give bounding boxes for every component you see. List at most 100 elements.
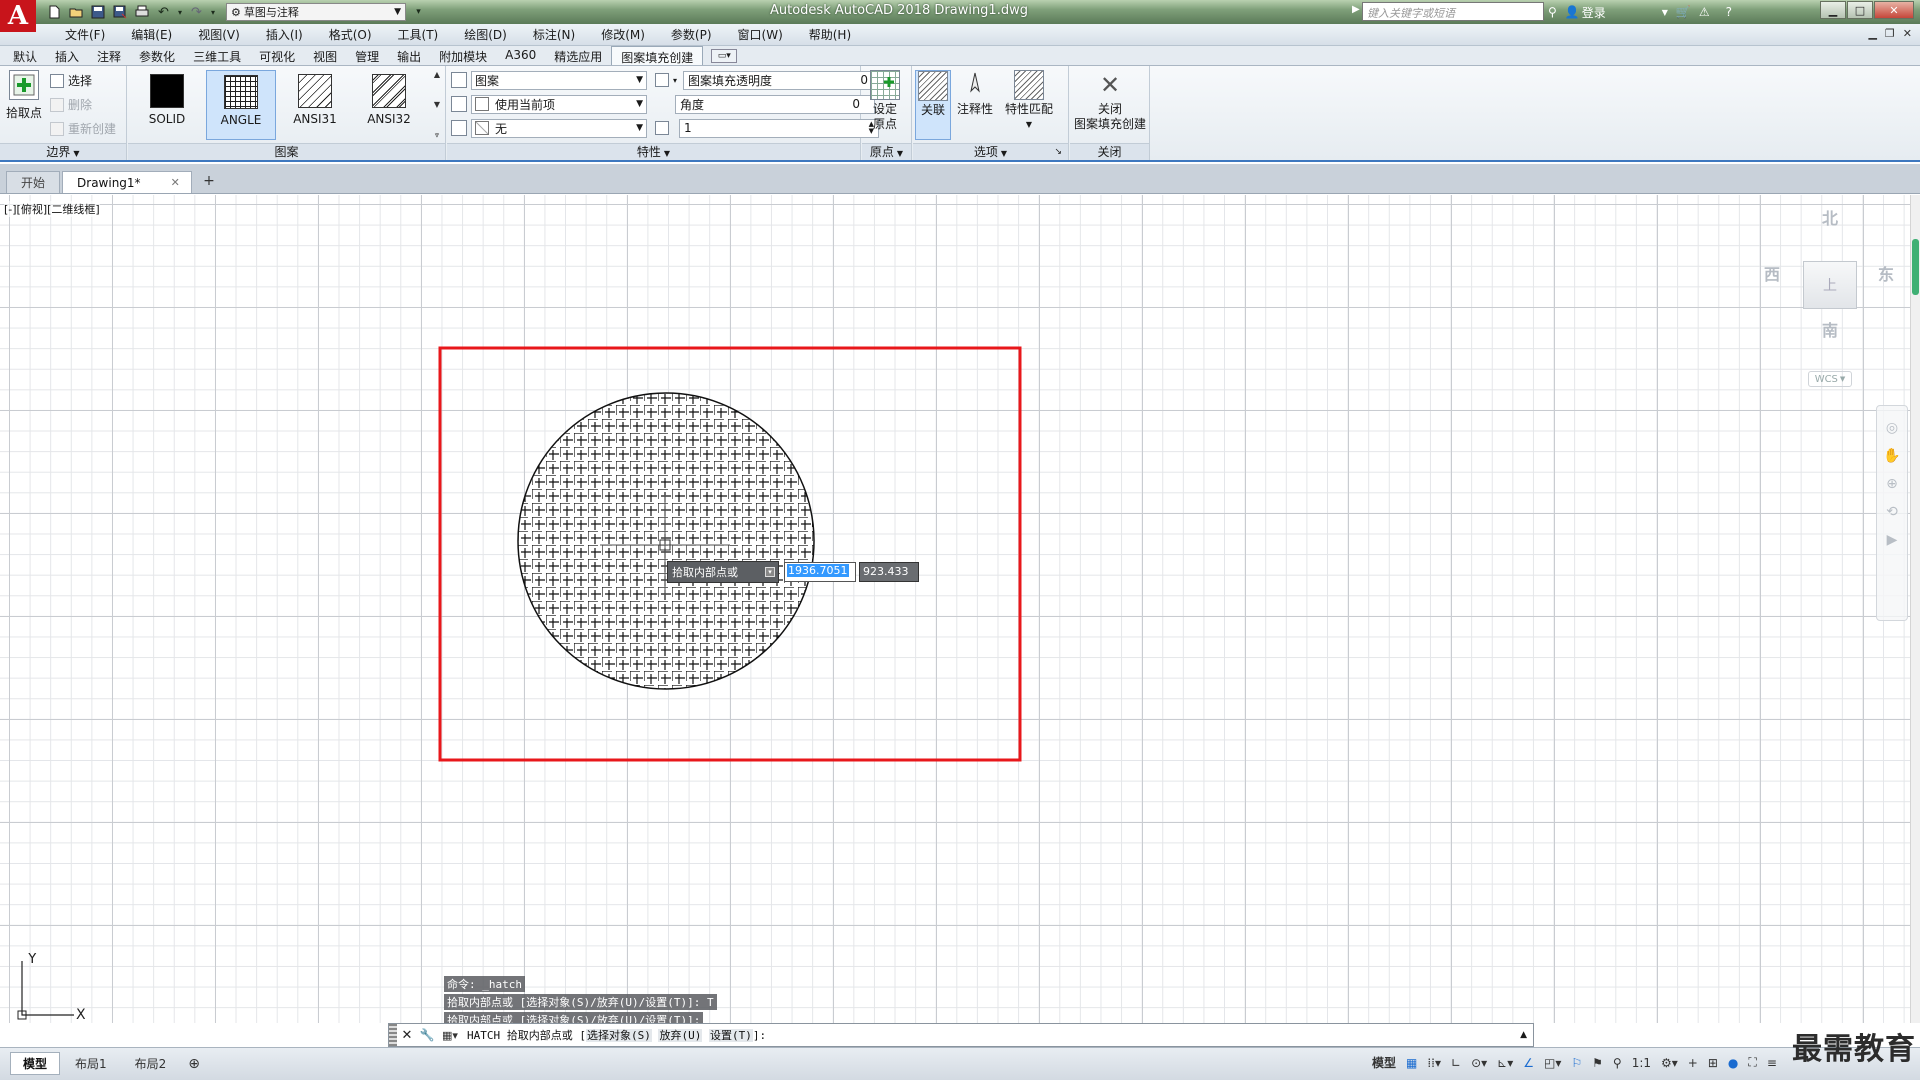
option-settings[interactable]: 设置(T) (708, 1029, 753, 1042)
tab-annotate[interactable]: 注释 (88, 46, 130, 65)
redo-dropdown-icon[interactable]: ▾ (209, 3, 217, 21)
units-icon[interactable]: ⊞ (1708, 1056, 1718, 1070)
tab-default[interactable]: 默认 (4, 46, 46, 65)
option-select-objects[interactable]: 选择对象(S) (585, 1029, 652, 1042)
pattern-solid[interactable]: SOLID (132, 70, 202, 140)
close-button[interactable]: ✕ (1874, 1, 1914, 19)
save-icon[interactable] (88, 3, 107, 21)
maximize-button[interactable]: □ (1847, 1, 1873, 19)
set-origin-button[interactable]: 设定 原点 (870, 70, 900, 132)
viewcube-north[interactable]: 北 (1822, 205, 1838, 229)
new-tab-button[interactable]: + (198, 172, 220, 190)
workspace-gear-icon[interactable]: ⚙▾ (1661, 1056, 1678, 1070)
pan-icon[interactable]: ✋ (1883, 448, 1900, 464)
dialog-launcher-icon[interactable]: ↘ (1054, 144, 1062, 160)
close-hatch-creation-button[interactable]: ✕ 关闭 图案填充创建 (1074, 70, 1146, 132)
plus-icon[interactable]: + (1688, 1056, 1698, 1070)
zoom-icon[interactable]: ⊕ (1886, 476, 1898, 492)
menu-view[interactable]: 视图(V) (185, 26, 253, 43)
recent-commands-icon[interactable]: ▦▾ (437, 1029, 463, 1042)
workspace-select[interactable]: ⚙ 草图与注释 ▼ (226, 3, 406, 21)
doc-close-button[interactable]: ✕ (1903, 27, 1912, 40)
menu-help[interactable]: 帮助(H) (796, 26, 864, 43)
hatched-circle[interactable] (517, 392, 815, 690)
otrack-icon[interactable]: ∠ (1523, 1056, 1534, 1070)
minimize-button[interactable]: ▁ (1820, 1, 1846, 19)
command-history-toggle-icon[interactable]: ▲ (1520, 1030, 1527, 1040)
match-properties-button[interactable]: 特性匹配 ▼ (1005, 70, 1053, 132)
menu-format[interactable]: 格式(O) (316, 26, 385, 43)
boundary-panel-title[interactable]: 边界 ▼ (0, 143, 126, 160)
ortho-icon[interactable]: ∟ (1451, 1056, 1461, 1070)
showmotion-icon[interactable]: ▶ (1887, 532, 1898, 548)
options-arrow-icon[interactable]: ▾ (765, 567, 775, 577)
viewcube-south[interactable]: 南 (1822, 317, 1838, 341)
pattern-ansi32[interactable]: ANSI32 (354, 70, 424, 140)
tab-a360[interactable]: A360 (496, 46, 545, 65)
drawing-canvas[interactable]: [-][俯视][二维线框] 北 南 东 西 上 WCS▼ ◎ ✋ ⊕ ⟲ ▶ (0, 195, 1920, 1023)
save-as-icon[interactable] (110, 3, 129, 21)
a360-icon[interactable]: ⚠ (1699, 5, 1710, 19)
recreate-boundary-button[interactable]: 重新创建 (50, 120, 116, 137)
pick-point-button[interactable]: 拾取点 (4, 70, 44, 140)
tab-layout1[interactable]: 布局1 (62, 1052, 120, 1075)
annotation-visibility-icon[interactable]: ⚐ (1571, 1056, 1582, 1070)
new-file-icon[interactable] (44, 3, 63, 21)
customize-wrench-icon[interactable]: 🔧 (417, 1028, 437, 1042)
login-button[interactable]: 👤 登录 ▼ (1565, 4, 1668, 21)
tab-model[interactable]: 模型 (10, 1052, 61, 1075)
option-undo[interactable]: 放弃(U) (658, 1029, 703, 1042)
tab-drawing1[interactable]: Drawing1* ✕ (62, 171, 193, 193)
menu-draw[interactable]: 绘图(D) (451, 26, 520, 43)
pattern-gallery-scroll[interactable]: ▲ ▼ ⩔ (430, 70, 444, 140)
hatch-type-select[interactable]: 图案 ▼ (471, 70, 647, 90)
tab-insert[interactable]: 插入 (46, 46, 88, 65)
undo-icon[interactable]: ↶ (154, 3, 173, 21)
snap-icon[interactable]: ⁞⁞▾ (1427, 1056, 1441, 1070)
open-folder-icon[interactable] (66, 3, 85, 21)
remove-boundary-button[interactable]: 删除 (50, 96, 92, 113)
help-icon[interactable]: ? (1726, 5, 1732, 19)
add-layout-button[interactable]: ⊕ (181, 1055, 207, 1073)
close-command-icon[interactable]: ✕ (397, 1028, 417, 1043)
command-line[interactable]: ✕ 🔧 ▦▾ HATCH 拾取内部点或 [选择对象(S) 放弃(U) 设置(T)… (388, 1023, 1534, 1047)
wcs-menu[interactable]: WCS ▼ (1808, 371, 1852, 387)
redo-icon[interactable]: ↷ (187, 3, 206, 21)
menu-modify[interactable]: 修改(M) (588, 26, 658, 43)
isolate-icon[interactable]: ● (1728, 1056, 1738, 1070)
viewcube[interactable]: 北 南 东 西 上 WCS ▼ (1740, 205, 1900, 387)
tab-view[interactable]: 视图 (304, 46, 346, 65)
properties-panel-title[interactable]: 特性 ▼ (447, 143, 860, 160)
viewcube-west[interactable]: 西 (1764, 261, 1780, 285)
select-objects-button[interactable]: 选择 (50, 72, 92, 89)
menu-window[interactable]: 窗口(W) (725, 26, 796, 43)
tab-parametric[interactable]: 参数化 (130, 46, 184, 65)
osnap-icon[interactable]: ⊾▾ (1497, 1056, 1513, 1070)
scale-input[interactable]: 1 ▲ ▼ (679, 118, 879, 138)
menu-file[interactable]: 文件(F) (52, 26, 118, 43)
print-icon[interactable] (132, 3, 151, 21)
search-input[interactable]: 键入关键字或短语 (1362, 2, 1544, 21)
tab-addins[interactable]: 附加模块 (430, 46, 496, 65)
gallery-expand-icon[interactable]: ⩔ (435, 130, 440, 140)
origin-panel-title[interactable]: 原点 ▼ (862, 143, 911, 160)
angle-input[interactable]: 角度 0 (675, 94, 875, 114)
tab-featured-apps[interactable]: 精选应用 (545, 46, 611, 65)
qat-customize-icon[interactable]: ▾ (409, 3, 428, 21)
model-space-button[interactable]: 模型 (1372, 1054, 1396, 1071)
transparency-input[interactable]: 图案填充透明度 0 (683, 70, 884, 90)
tab-start[interactable]: 开始 (6, 171, 61, 193)
dynamic-input-y[interactable]: 923.433 (859, 562, 919, 582)
undo-dropdown-icon[interactable]: ▾ (176, 3, 184, 21)
doc-restore-button[interactable]: ❐ (1885, 27, 1895, 40)
menu-dimension[interactable]: 标注(N) (520, 26, 588, 43)
cart-icon[interactable]: 🛒 (1676, 5, 1691, 19)
ribbon-minimize-toggle[interactable]: ▭▾ (711, 49, 738, 63)
annotation-scale-value[interactable]: 1:1 (1632, 1056, 1651, 1070)
viewcube-east[interactable]: 东 (1878, 261, 1894, 285)
annotation-icon[interactable]: ◰▾ (1544, 1056, 1561, 1070)
dynamic-input-x[interactable]: 1936.7051 (784, 562, 856, 582)
close-tab-icon[interactable]: ✕ (171, 176, 180, 189)
command-line-drag-handle[interactable] (389, 1024, 397, 1046)
pattern-angle[interactable]: ANGLE (206, 70, 276, 140)
